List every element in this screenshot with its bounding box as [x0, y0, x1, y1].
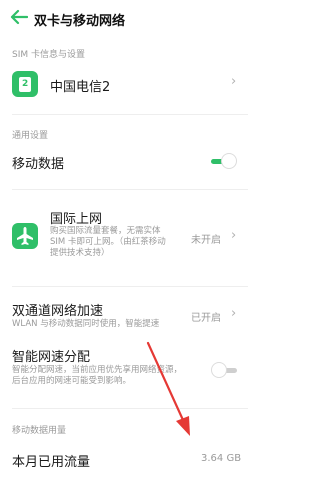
sim-card-row[interactable]: 2 中国电信2 › — [0, 64, 260, 104]
sim-card-icon: 2 — [12, 71, 38, 97]
mobile-data-label: 移动数据 — [12, 157, 65, 172]
smart-speed-toggle[interactable] — [211, 361, 237, 379]
intl-roaming-label: 国际上网 — [50, 212, 103, 227]
monthly-usage-row[interactable]: 本月已用流量 3.64 GB — [0, 443, 260, 473]
intl-roaming-status: 未开启 — [191, 235, 221, 246]
intl-roaming-description: 购买国际流量套餐，无需实体 SIM 卡即可上网。（由红茶移动 提供技术支持） — [50, 226, 166, 258]
airplane-icon — [12, 223, 38, 249]
chevron-right-icon: › — [231, 74, 237, 89]
divider — [12, 189, 248, 190]
sim-name: 中国电信2 — [50, 80, 111, 95]
app-header: 双卡与移动网络 — [0, 0, 260, 36]
mobile-data-row[interactable]: 移动数据 — [0, 145, 260, 175]
monthly-usage-label: 本月已用流量 — [12, 455, 91, 470]
divider — [12, 408, 248, 409]
divider — [12, 114, 248, 115]
dual-channel-description: WLAN 与移动数据同时使用，智能提速 — [12, 319, 160, 329]
dual-channel-status: 已开启 — [191, 313, 221, 324]
smart-speed-row[interactable]: 智能网速分配 智能分配网速，当前应用优先享用网络资源， 后台应用的网速可能受到影… — [0, 344, 260, 394]
page-title: 双卡与移动网络 — [34, 14, 126, 29]
sim-badge-number: 2 — [22, 79, 29, 89]
sim-section-title: SIM 卡信息与设置 — [12, 50, 85, 60]
mobile-data-toggle[interactable] — [211, 152, 237, 170]
smart-speed-description: 智能分配网速，当前应用优先享用网络资源， 后台应用的网速可能受到影响。 — [12, 365, 183, 386]
divider — [12, 286, 248, 287]
chevron-right-icon: › — [231, 306, 237, 321]
general-section-title: 通用设置 — [12, 131, 49, 141]
back-arrow-icon[interactable] — [10, 9, 28, 25]
monthly-usage-value: 3.64 GB — [201, 453, 242, 464]
dual-channel-row[interactable]: 双通道网络加速 WLAN 与移动数据同时使用，智能提速 已开启 › — [0, 298, 260, 334]
dual-channel-label: 双通道网络加速 — [12, 304, 104, 319]
chevron-right-icon: › — [231, 228, 237, 243]
smart-speed-label: 智能网速分配 — [12, 350, 91, 365]
usage-section-title: 移动数据用量 — [12, 426, 67, 436]
international-roaming-row[interactable]: 国际上网 购买国际流量套餐，无需实体 SIM 卡即可上网。（由红茶移动 提供技术… — [0, 205, 260, 267]
